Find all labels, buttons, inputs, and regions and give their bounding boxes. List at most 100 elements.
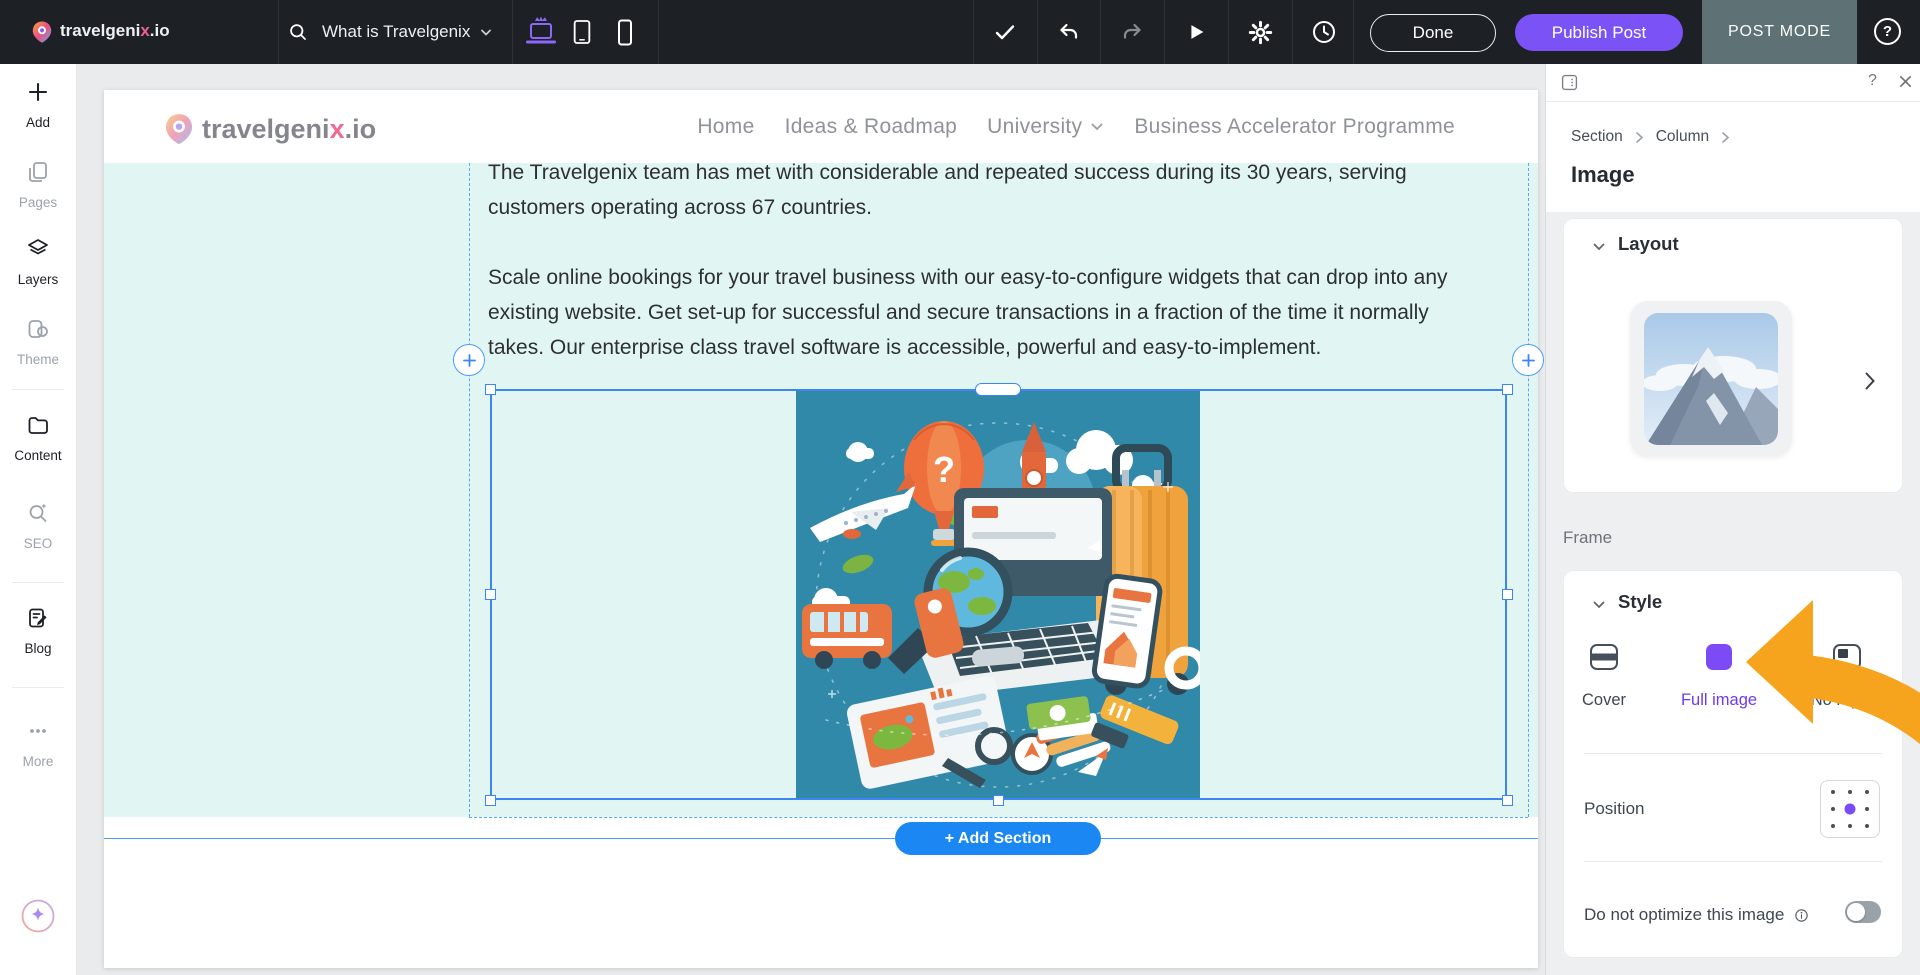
section-bottom-dashed-border bbox=[469, 817, 1528, 818]
optimize-toggle[interactable] bbox=[1845, 901, 1881, 923]
sidebar-item-content[interactable]: Content bbox=[0, 413, 76, 463]
optimize-label: Do not optimize this image bbox=[1584, 905, 1785, 924]
topbar-divider bbox=[512, 0, 513, 64]
plus-icon bbox=[1521, 353, 1535, 367]
breadcrumb-section[interactable]: Section bbox=[1571, 128, 1623, 146]
style-header[interactable]: Style bbox=[1618, 591, 1662, 613]
add-section-button[interactable]: + Add Section bbox=[895, 822, 1101, 855]
device-tablet-button[interactable] bbox=[567, 0, 597, 64]
card-divider bbox=[1584, 861, 1882, 862]
topbar-divider bbox=[1100, 0, 1101, 64]
sidebar-divider bbox=[12, 582, 64, 583]
site-logo-text[interactable]: travelgenix.io bbox=[202, 114, 376, 145]
panel-close-button[interactable] bbox=[1898, 74, 1913, 94]
section-boundary-line bbox=[104, 838, 1538, 839]
topbar-divider bbox=[1037, 0, 1038, 64]
redo-button[interactable] bbox=[1110, 0, 1154, 64]
style-option-cover-label[interactable]: Cover bbox=[1567, 691, 1641, 710]
preview-play-button[interactable] bbox=[1174, 0, 1218, 64]
panel-title-block: Section Column Image bbox=[1546, 102, 1920, 212]
layout-collapse-chevron-icon[interactable] bbox=[1592, 239, 1606, 257]
panel-help-button[interactable]: ? bbox=[1868, 72, 1877, 90]
editor-sidebar: Add Pages Layers Theme Content SEO Blog bbox=[0, 64, 77, 975]
sidebar-item-more[interactable]: More bbox=[0, 719, 76, 769]
editor-canvas: travelgenix.io Home Ideas & Roadmap Univ… bbox=[76, 64, 1545, 975]
style-collapse-chevron-icon[interactable] bbox=[1592, 597, 1606, 615]
selection-drag-handle[interactable] bbox=[975, 383, 1021, 396]
settings-gear-button[interactable] bbox=[1238, 0, 1282, 64]
settings-panel: ? Section Column Image Layout Frame Styl… bbox=[1545, 64, 1920, 975]
site-logo-pin-icon bbox=[162, 112, 196, 151]
style-option-full-image[interactable] bbox=[1702, 640, 1736, 679]
position-grid-control[interactable] bbox=[1820, 780, 1880, 838]
help-button[interactable]: ? bbox=[1874, 18, 1901, 45]
selection-handle-top-right[interactable] bbox=[1502, 384, 1513, 395]
selection-handle-bottom-right[interactable] bbox=[1502, 795, 1513, 806]
topbar-divider bbox=[278, 0, 279, 64]
search-input[interactable]: What is Travelgenix bbox=[322, 22, 470, 42]
layout-card: Layout bbox=[1563, 218, 1903, 493]
sidebar-item-theme[interactable]: Theme bbox=[0, 317, 76, 367]
selection-handle-top-left[interactable] bbox=[485, 384, 496, 395]
approve-check-button[interactable] bbox=[983, 0, 1027, 64]
nav-item-business-accelerator[interactable]: Business Accelerator Programme bbox=[1134, 115, 1455, 139]
selection-handle-bottom-left[interactable] bbox=[485, 795, 496, 806]
nav-item-home[interactable]: Home bbox=[697, 115, 754, 139]
close-icon bbox=[1899, 75, 1912, 88]
topbar-divider bbox=[1292, 0, 1293, 64]
add-element-left-button[interactable] bbox=[453, 344, 485, 376]
sidebar-item-blog[interactable]: Blog bbox=[0, 606, 76, 656]
add-element-right-button[interactable] bbox=[1512, 344, 1544, 376]
position-label: Position bbox=[1584, 799, 1645, 818]
search-chevron-down-icon[interactable] bbox=[478, 26, 494, 44]
post-mode-badge[interactable]: POST MODE bbox=[1702, 0, 1857, 64]
breadcrumb-column[interactable]: Column bbox=[1656, 128, 1709, 146]
panel-header: ? bbox=[1546, 64, 1920, 102]
editor-window: travelgenix.io What is Travelgenix Done … bbox=[0, 0, 1920, 975]
sidebar-item-layers[interactable]: Layers bbox=[0, 237, 76, 287]
layout-next-chevron-icon[interactable] bbox=[1864, 371, 1876, 396]
device-desktop-button[interactable] bbox=[522, 0, 560, 64]
selection-handle-mid-right[interactable] bbox=[1502, 589, 1513, 600]
topbar-divider bbox=[973, 0, 974, 64]
site-nav: Home Ideas & Roadmap University Business… bbox=[697, 90, 1538, 163]
style-option-no-repeat-label[interactable]: No repeat bbox=[1807, 691, 1887, 710]
history-clock-button[interactable] bbox=[1302, 0, 1346, 64]
panel-dock-icon[interactable] bbox=[1560, 73, 1579, 97]
publish-post-button[interactable]: Publish Post bbox=[1515, 14, 1683, 51]
selection-handle-mid-bottom[interactable] bbox=[993, 795, 1004, 806]
style-option-full-image-label[interactable]: Full image bbox=[1679, 691, 1759, 710]
crown-icon bbox=[535, 16, 547, 21]
layout-header[interactable]: Layout bbox=[1618, 233, 1679, 255]
sidebar-item-add[interactable]: Add bbox=[0, 80, 76, 130]
nav-item-university[interactable]: University bbox=[987, 115, 1104, 139]
toggle-knob bbox=[1847, 903, 1865, 921]
style-option-no-repeat[interactable] bbox=[1830, 640, 1864, 679]
paragraph-block[interactable]: The Travelgenix team has met with consid… bbox=[488, 163, 1448, 365]
editor-logo-pin-icon bbox=[30, 20, 54, 49]
ai-assistant-button[interactable] bbox=[21, 899, 55, 938]
topbar-divider bbox=[1353, 0, 1354, 64]
device-mobile-button[interactable] bbox=[612, 0, 638, 64]
optimize-row: Do not optimize this image bbox=[1584, 905, 1810, 925]
nav-item-ideas-roadmap[interactable]: Ideas & Roadmap bbox=[785, 115, 958, 139]
selection-handle-mid-left[interactable] bbox=[485, 589, 496, 600]
sidebar-item-pages[interactable]: Pages bbox=[0, 160, 76, 210]
done-button[interactable]: Done bbox=[1370, 14, 1496, 52]
plus-icon bbox=[29, 83, 47, 101]
layout-thumbnail-frame[interactable] bbox=[1630, 301, 1792, 456]
info-icon[interactable] bbox=[1793, 907, 1810, 924]
section-right-dashed-border bbox=[1528, 163, 1529, 817]
layout-thumbnail-image[interactable] bbox=[1644, 313, 1778, 445]
editor-logo-text: travelgenix.io bbox=[60, 21, 170, 40]
style-card: Style Cover Full image No repeat Positio… bbox=[1563, 570, 1903, 958]
chevron-down-icon bbox=[1091, 123, 1103, 130]
no-repeat-style-icon bbox=[1833, 644, 1861, 670]
style-option-cover[interactable] bbox=[1587, 640, 1621, 679]
card-divider bbox=[1584, 753, 1882, 754]
undo-button[interactable] bbox=[1047, 0, 1091, 64]
seo-search-icon bbox=[29, 503, 47, 522]
topbar-divider bbox=[1228, 0, 1229, 64]
image-selection-outline[interactable] bbox=[490, 389, 1507, 800]
sidebar-item-seo[interactable]: SEO bbox=[0, 501, 76, 551]
